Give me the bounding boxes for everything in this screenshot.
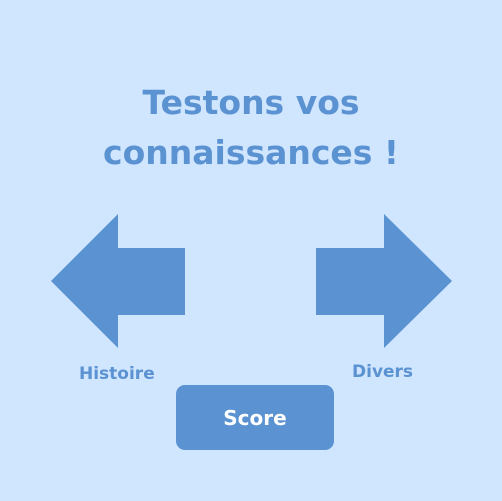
score-button-label: Score [223,405,287,430]
left-arrow-icon[interactable] [51,214,185,348]
right-arrow-icon[interactable] [316,214,452,348]
histoire-label[interactable]: Histoire [79,364,155,384]
divers-label[interactable]: Divers [352,362,413,382]
score-button[interactable]: Score [176,385,334,450]
